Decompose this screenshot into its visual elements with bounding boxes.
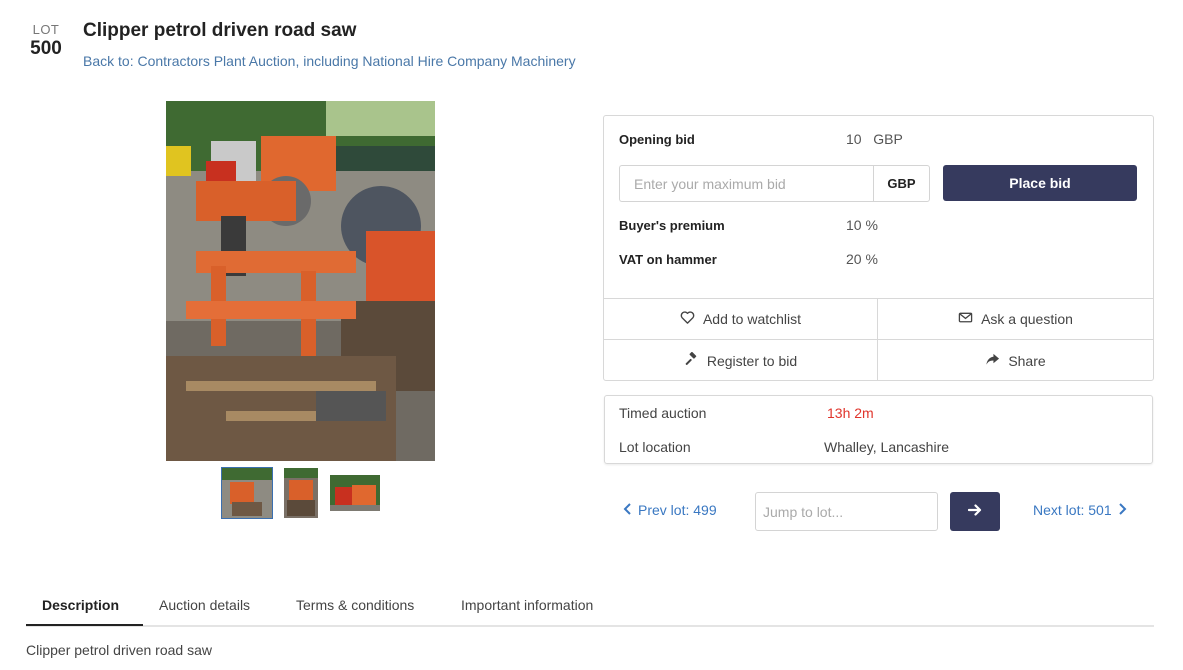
back-to-auction-link[interactable]: Back to: Contractors Plant Auction, incl…: [83, 53, 576, 69]
auction-info-panel: Timed auction 13h 2m Lot location Whalle…: [604, 395, 1153, 464]
buyers-premium-label: Buyer's premium: [619, 218, 725, 233]
auction-type: Timed auction: [619, 405, 707, 421]
thumbnail-1[interactable]: [221, 467, 273, 519]
bid-panel: Opening bid 10 GBP GBP Place bid Buyer's…: [603, 115, 1154, 381]
max-bid-input[interactable]: [619, 165, 874, 202]
share-label: Share: [1008, 352, 1046, 369]
vat-value: 20 %: [846, 251, 878, 267]
tab-terms-conditions[interactable]: Terms & conditions: [296, 597, 414, 613]
gavel-icon: [684, 351, 699, 370]
thumbnail-2[interactable]: [284, 468, 318, 518]
page-title: Clipper petrol driven road saw: [83, 20, 357, 41]
add-to-watchlist-button[interactable]: Add to watchlist: [604, 299, 878, 340]
jump-go-button[interactable]: [950, 492, 1000, 531]
lot-location-value: Whalley, Lancashire: [824, 439, 950, 455]
share-arrow-icon: [985, 352, 1000, 370]
opening-bid-value: 10 GBP: [846, 131, 903, 147]
next-lot-label: Next lot: 501: [1033, 502, 1112, 518]
bid-currency: GBP: [873, 165, 930, 202]
prev-lot-link[interactable]: Prev lot: 499: [623, 502, 717, 518]
chevron-right-icon: [1118, 502, 1127, 518]
register-label: Register to bid: [706, 352, 798, 369]
envelope-icon: [958, 310, 973, 328]
countdown-timer: 13h 2m: [827, 405, 874, 421]
arrow-right-icon: [967, 504, 982, 519]
heart-icon: [680, 310, 695, 328]
jump-to-lot-input[interactable]: [755, 492, 938, 531]
ask-question-label: Ask a question: [981, 311, 1073, 327]
detail-tabs: Description Auction details Terms & cond…: [26, 588, 1154, 627]
lot-number: 500: [30, 38, 62, 59]
thumbnail-3[interactable]: [330, 475, 380, 511]
lot-badge: LOT 500: [26, 22, 66, 60]
vat-label: VAT on hammer: [619, 252, 717, 267]
tab-description[interactable]: Description: [42, 597, 119, 613]
description-text: Clipper petrol driven road saw: [26, 642, 212, 658]
active-tab-indicator: [26, 624, 143, 626]
buyers-premium-value: 10 %: [846, 217, 878, 233]
main-lot-photo[interactable]: [166, 101, 435, 461]
opening-bid-label: Opening bid: [619, 132, 695, 147]
tab-important-information[interactable]: Important information: [461, 597, 593, 613]
watchlist-label: Add to watchlist: [702, 311, 802, 327]
action-grid: Add to watchlist Ask a question Register…: [604, 298, 1153, 381]
thumbnail-strip: [221, 467, 380, 519]
ask-question-button[interactable]: Ask a question: [878, 299, 1153, 340]
lot-location-label: Lot location: [619, 439, 691, 455]
tab-auction-details[interactable]: Auction details: [159, 597, 250, 613]
share-button[interactable]: Share: [878, 340, 1153, 381]
prev-lot-label: Prev lot: 499: [638, 502, 717, 518]
lot-label: LOT: [32, 22, 60, 37]
place-bid-button[interactable]: Place bid: [943, 165, 1137, 201]
register-to-bid-button[interactable]: Register to bid: [604, 340, 878, 381]
next-lot-link[interactable]: Next lot: 501: [1033, 502, 1127, 518]
chevron-left-icon: [623, 502, 632, 518]
